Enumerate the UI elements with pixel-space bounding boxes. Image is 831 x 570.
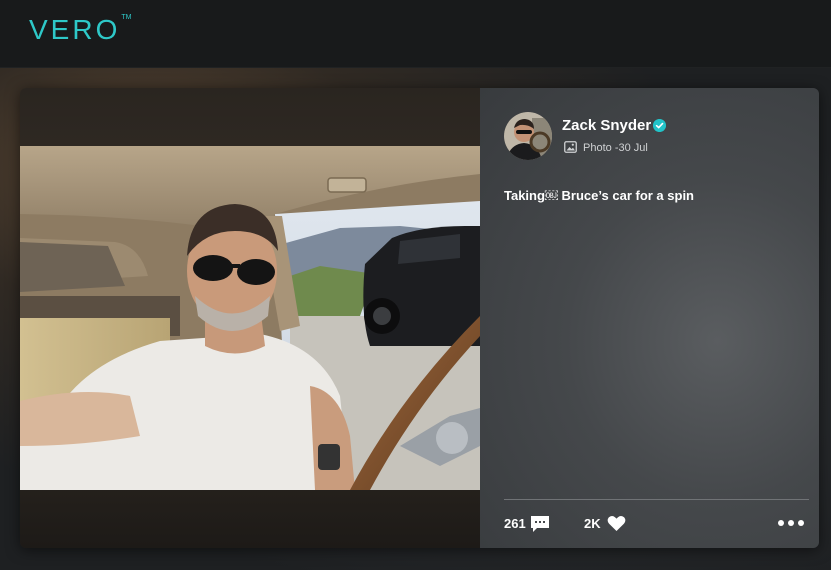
heart-icon[interactable] — [607, 515, 626, 532]
post-type-label: Photo — [583, 142, 612, 154]
trademark-mark: TM — [121, 14, 132, 21]
author-avatar[interactable] — [504, 112, 552, 160]
vero-logo[interactable]: VEROTM — [29, 14, 131, 46]
top-bar: VEROTM — [0, 0, 831, 68]
post-date: -30 Jul — [614, 142, 648, 154]
photo-icon — [564, 141, 577, 153]
likes-count[interactable]: 2K — [584, 516, 601, 531]
post-meta: Photo -30 Jul — [583, 142, 648, 154]
author-name[interactable]: Zack Snyder — [562, 117, 651, 134]
post-caption: Taking￼ Bruce’s car for a spin — [504, 188, 694, 203]
actions-divider — [504, 499, 809, 500]
post-media[interactable] — [20, 88, 480, 548]
post-photo[interactable] — [20, 146, 480, 490]
more-icon[interactable] — [777, 519, 805, 527]
post-card: Zack Snyder Photo -30 Jul Taking￼ Bruce’… — [20, 88, 819, 548]
logo-text: VERO — [29, 14, 121, 45]
post-details-panel: Zack Snyder Photo -30 Jul Taking￼ Bruce’… — [480, 88, 819, 548]
comments-count[interactable]: 261 — [504, 516, 526, 531]
comment-icon[interactable] — [530, 515, 550, 533]
verified-badge-icon — [653, 119, 666, 132]
avatar-image — [504, 112, 552, 160]
